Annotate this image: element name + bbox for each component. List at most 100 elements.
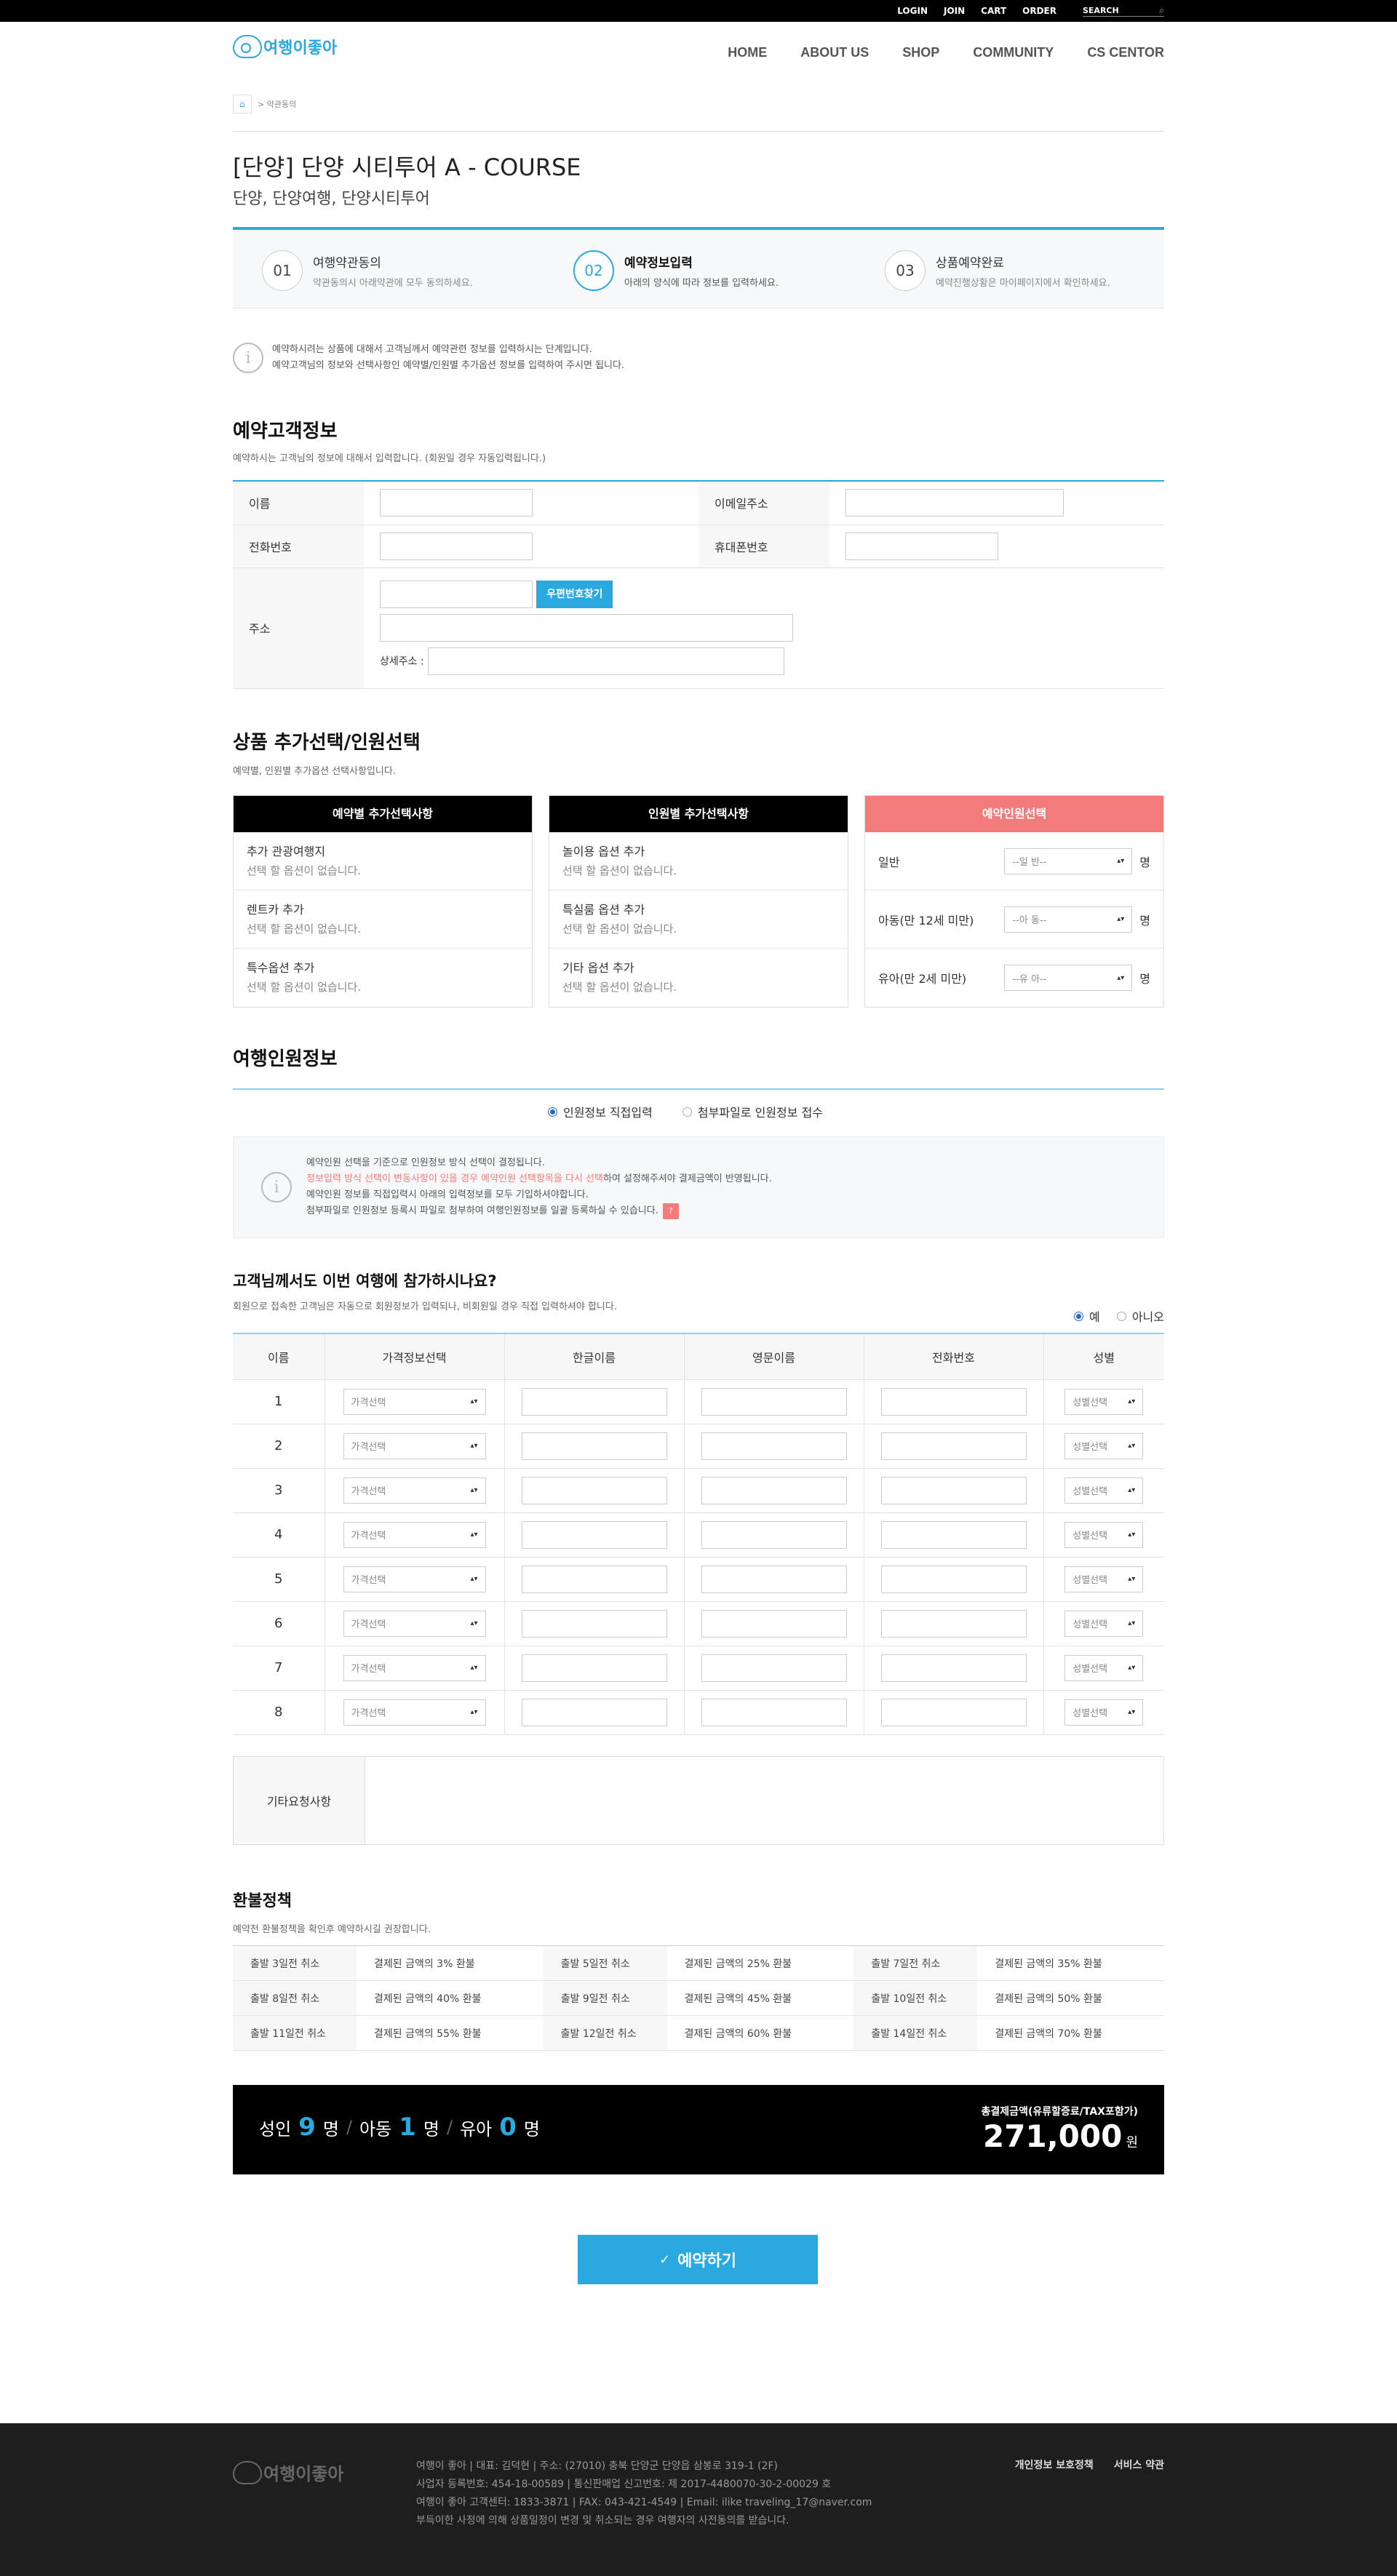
options-grid: 예약별 추가선택사항 추가 관광여행지 선택 할 옵션이 없습니다. 렌트카 추가… <box>233 795 1164 1009</box>
reserve-button[interactable]: ✓ 예약하기 <box>578 2235 818 2284</box>
attachment-radio[interactable]: 첨부파일로 인원정보 접수 <box>682 1103 823 1120</box>
row-number: 3 <box>233 1468 325 1513</box>
phone-field[interactable] <box>880 1609 1027 1638</box>
name-field[interactable] <box>380 489 533 517</box>
option-note: 선택 할 옵션이 없습니다. <box>247 922 362 936</box>
price-select[interactable]: 가격선택 ▴▾ <box>343 1432 486 1459</box>
phone-field[interactable] <box>880 1387 1027 1416</box>
unit-label: 명 <box>423 2118 439 2140</box>
nav-home[interactable]: HOME <box>728 45 767 60</box>
section-desc: 예약하시는 고객님의 정보에 대해서 입력합니다. (회원일 경우 자동입력됩니… <box>233 453 546 464</box>
logo-text: 여행이좋아 <box>263 39 338 57</box>
step-3: 03 상품예약완료 예약진행상황은 마이페이지에서 확인하세요. <box>885 250 1110 291</box>
privacy-policy-link[interactable]: 개인정보 보호정책 <box>1015 2457 1094 2472</box>
terms-link[interactable]: 서비스 약관 <box>1114 2457 1164 2472</box>
logo-text: 여행이좋아 <box>263 2464 344 2484</box>
gender-select[interactable]: 성별선택 ▴▾ <box>1064 1699 1144 1726</box>
option-note: 선택 할 옵션이 없습니다. <box>247 864 362 877</box>
order-link[interactable]: ORDER <box>1022 6 1056 16</box>
updown-icon: ▴▾ <box>470 1442 478 1450</box>
home-icon[interactable]: ⌂ <box>233 95 252 113</box>
help-badge[interactable]: ? <box>662 1203 679 1219</box>
english-name-field[interactable] <box>701 1476 847 1504</box>
search-icon[interactable]: ⌕ <box>1159 5 1164 16</box>
nav-about[interactable]: ABOUT US <box>800 45 869 60</box>
adult-count-select[interactable]: --일 반-- ▴▾ <box>1004 848 1133 874</box>
option-item[interactable]: 특실룸 옵션 추가 선택 할 옵션이 없습니다. <box>549 890 848 949</box>
updown-icon: ▴▾ <box>1128 1664 1136 1672</box>
zipcode-field[interactable] <box>380 581 533 608</box>
notice-line: 첨부파일로 인원정보 등록시 파일로 첨부하여 여행인원정보를 일괄 등록하실 … <box>306 1205 658 1216</box>
korean-name-field[interactable] <box>521 1476 667 1504</box>
option-item[interactable]: 특수옵션 추가 선택 할 옵션이 없습니다. <box>234 949 532 1007</box>
option-item[interactable]: 추가 관광여행지 선택 할 옵션이 없습니다. <box>234 832 532 890</box>
phone-field[interactable] <box>880 1654 1027 1682</box>
phone-field[interactable] <box>880 1565 1027 1593</box>
english-name-field[interactable] <box>701 1565 847 1593</box>
info-line: 여행이 좋아 고객센터: 1833-3871 | FAX: 043-421-45… <box>416 2497 872 2508</box>
korean-name-field[interactable] <box>521 1387 667 1416</box>
korean-name-field[interactable] <box>521 1565 667 1593</box>
price-select[interactable]: 가격선택 ▴▾ <box>343 1477 486 1504</box>
updown-icon: ▴▾ <box>470 1486 478 1494</box>
participate-no-radio[interactable]: 아니오 <box>1116 1307 1164 1325</box>
phone-field[interactable] <box>880 1432 1027 1460</box>
phone-field[interactable] <box>880 1520 1027 1549</box>
refund-period: 출발 9일전 취소 <box>543 1980 667 2016</box>
address-field[interactable] <box>380 614 793 642</box>
option-item[interactable]: 기타 옵션 추가 선택 할 옵션이 없습니다. <box>549 949 848 1007</box>
gender-select[interactable]: 성별선택 ▴▾ <box>1064 1654 1144 1681</box>
zipcode-search-button[interactable]: 우편번호찾기 <box>536 581 613 608</box>
phone-field[interactable] <box>380 532 533 560</box>
price-select[interactable]: 가격선택 ▴▾ <box>343 1654 486 1681</box>
participate-yes-radio[interactable]: 예 <box>1074 1307 1100 1325</box>
korean-name-field[interactable] <box>521 1520 667 1549</box>
nav-shop[interactable]: SHOP <box>902 45 939 60</box>
price-select[interactable]: 가격선택 ▴▾ <box>343 1388 486 1415</box>
price-select[interactable]: 가격선택 ▴▾ <box>343 1699 486 1726</box>
phone-field[interactable] <box>880 1476 1027 1504</box>
nav-cs-center[interactable]: CS CENTOR <box>1087 45 1164 60</box>
english-name-field[interactable] <box>701 1432 847 1460</box>
logo[interactable]: 여행이좋아 <box>233 35 337 58</box>
option-item[interactable]: 렌트카 추가 선택 할 옵션이 없습니다. <box>234 890 532 949</box>
col-header: 이름 <box>233 1334 325 1380</box>
gender-select[interactable]: 성별선택 ▴▾ <box>1064 1432 1144 1459</box>
page-tags: 단양, 단양여행, 단양시티투어 <box>233 190 430 208</box>
gender-select[interactable]: 성별선택 ▴▾ <box>1064 1521 1144 1548</box>
english-name-field[interactable] <box>701 1520 847 1549</box>
phone-field[interactable] <box>880 1698 1027 1726</box>
infant-count-select[interactable]: --유 아-- ▴▾ <box>1004 965 1133 991</box>
english-name-field[interactable] <box>701 1698 847 1726</box>
korean-name-field[interactable] <box>521 1698 667 1726</box>
gender-select[interactable]: 성별선택 ▴▾ <box>1064 1566 1144 1592</box>
direct-input-radio[interactable]: 인원정보 직접입력 <box>547 1103 653 1120</box>
join-link[interactable]: JOIN <box>944 6 965 16</box>
price-select[interactable]: 가격선택 ▴▾ <box>343 1566 486 1592</box>
gender-select[interactable]: 성별선택 ▴▾ <box>1064 1477 1144 1504</box>
mobile-field[interactable] <box>845 532 998 560</box>
updown-icon: ▴▾ <box>470 1397 478 1405</box>
nav-community[interactable]: COMMUNITY <box>973 45 1054 60</box>
option-item[interactable]: 놀이용 옵션 추가 선택 할 옵션이 없습니다. <box>549 832 848 890</box>
separator: / <box>446 2117 453 2137</box>
etc-textarea[interactable] <box>365 1757 1163 1844</box>
detail-address-field[interactable] <box>427 647 784 675</box>
child-count-select[interactable]: --아 동-- ▴▾ <box>1004 906 1133 933</box>
english-name-field[interactable] <box>701 1387 847 1416</box>
email-field[interactable] <box>845 489 1064 517</box>
english-name-field[interactable] <box>701 1654 847 1682</box>
korean-name-field[interactable] <box>521 1654 667 1682</box>
login-link[interactable]: LOGIN <box>897 6 928 16</box>
people-row-child: 아동(만 12세 미만) --아 동-- ▴▾ 명 <box>865 890 1163 949</box>
cart-link[interactable]: CART <box>981 6 1006 16</box>
korean-name-field[interactable] <box>521 1432 667 1460</box>
gender-select[interactable]: 성별선택 ▴▾ <box>1064 1610 1144 1637</box>
english-name-field[interactable] <box>701 1609 847 1638</box>
price-select[interactable]: 가격선택 ▴▾ <box>343 1521 486 1548</box>
price-select[interactable]: 가격선택 ▴▾ <box>343 1610 486 1637</box>
search-input[interactable]: SEARCH ⌕ <box>1083 5 1164 17</box>
gender-select[interactable]: 성별선택 ▴▾ <box>1064 1388 1144 1415</box>
refund-row: 출발 11일전 취소 결제된 금액의 55% 환불 출발 12일전 취소 결제된 금액… <box>233 2015 1164 2051</box>
korean-name-field[interactable] <box>521 1609 667 1638</box>
